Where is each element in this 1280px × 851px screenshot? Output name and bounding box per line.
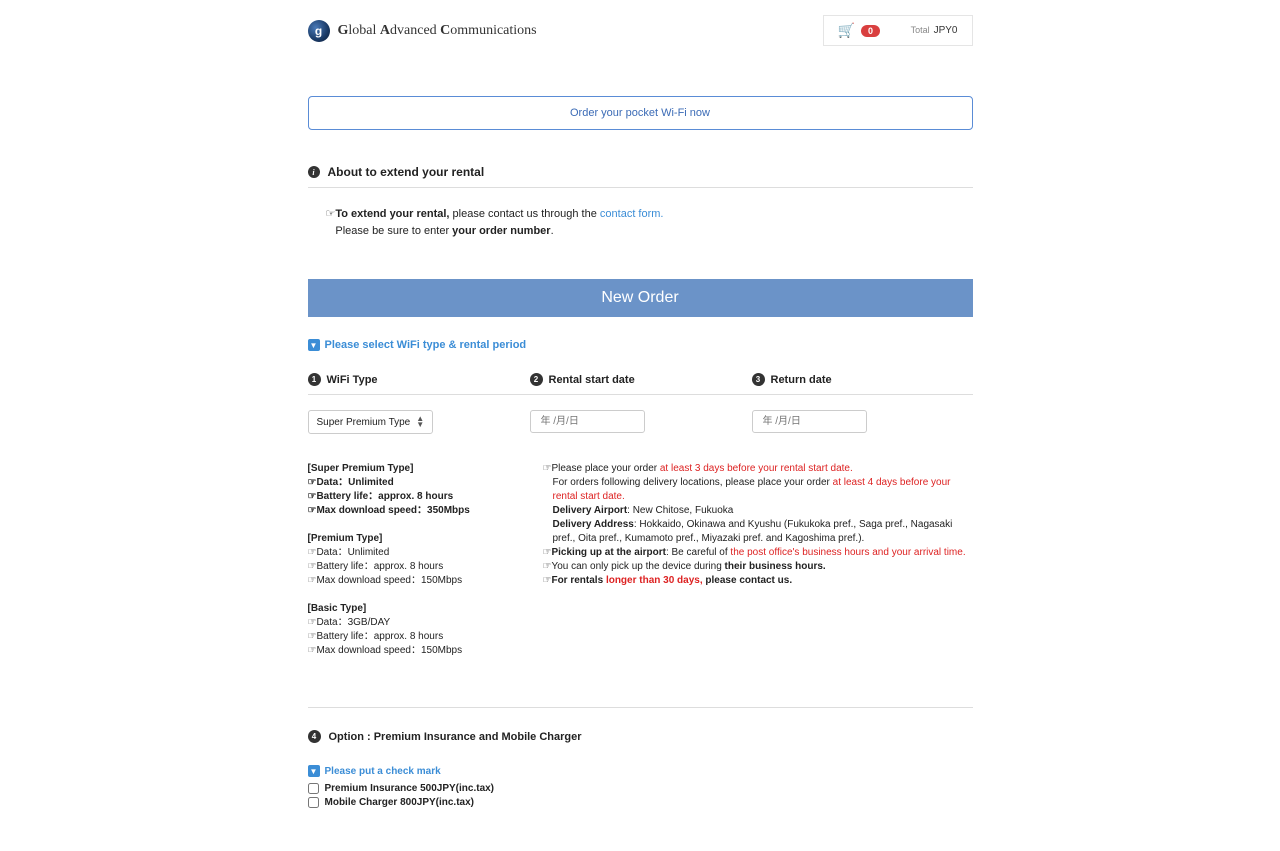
step1-hint: ▼ Please select WiFi type & rental perio…: [308, 339, 973, 351]
order-notes: ☞Please place your order at least 3 days…: [543, 462, 973, 672]
start-date-input[interactable]: [530, 410, 645, 433]
step-1-icon: 1: [308, 373, 321, 386]
logo[interactable]: Global Advanced Communications: [308, 20, 537, 42]
header: Global Advanced Communications 🛒 0 Total…: [308, 15, 973, 46]
step-2-icon: 2: [530, 373, 543, 386]
new-order-heading: New Order: [308, 279, 973, 317]
select-arrows-icon: ▲▼: [416, 416, 424, 428]
option-section-head: 4 Option : Premium Insurance and Mobile …: [308, 730, 973, 743]
mobile-charger-label: Mobile Charger 800JPY(inc.tax): [325, 797, 475, 808]
company-name: Global Advanced Communications: [338, 23, 537, 39]
wifi-type-select[interactable]: Super Premium Type ▲▼: [308, 410, 434, 434]
cart-icon: 🛒: [838, 22, 855, 39]
extend-section-head: i About to extend your rental: [308, 165, 973, 188]
wifi-type-label: WiFi Type: [327, 374, 378, 386]
option-title: Option : Premium Insurance and Mobile Ch…: [329, 731, 582, 743]
cart-box[interactable]: 🛒 0 TotalJPY0: [823, 15, 973, 46]
start-date-label: Rental start date: [549, 374, 635, 386]
cart-total: TotalJPY0: [911, 25, 958, 36]
logo-icon: [308, 20, 330, 42]
return-date-input[interactable]: [752, 410, 867, 433]
contact-form-link[interactable]: contact form.: [600, 208, 664, 220]
arrow-down-icon: ▼: [308, 765, 320, 777]
info-icon: i: [308, 166, 320, 178]
extend-title: About to extend your rental: [328, 165, 485, 179]
premium-insurance-checkbox[interactable]: [308, 783, 319, 794]
wifi-types-info: [Super Premium Type] ☞Data：Unlimited ☞Ba…: [308, 462, 518, 672]
order-now-banner[interactable]: Order your pocket Wi-Fi now: [308, 96, 973, 130]
step-4-icon: 4: [308, 730, 321, 743]
cart-count-badge: 0: [861, 25, 880, 37]
option-hint: ▼ Please put a check mark: [308, 765, 973, 777]
arrow-down-icon: ▼: [308, 339, 320, 351]
extend-note: ☞To extend your rental, please contact u…: [308, 206, 973, 279]
mobile-charger-checkbox[interactable]: [308, 797, 319, 808]
step-3-icon: 3: [752, 373, 765, 386]
premium-insurance-label: Premium Insurance 500JPY(inc.tax): [325, 783, 495, 794]
column-headers: 1 WiFi Type 2 Rental start date 3 Return da…: [308, 373, 973, 395]
return-date-label: Return date: [771, 374, 832, 386]
